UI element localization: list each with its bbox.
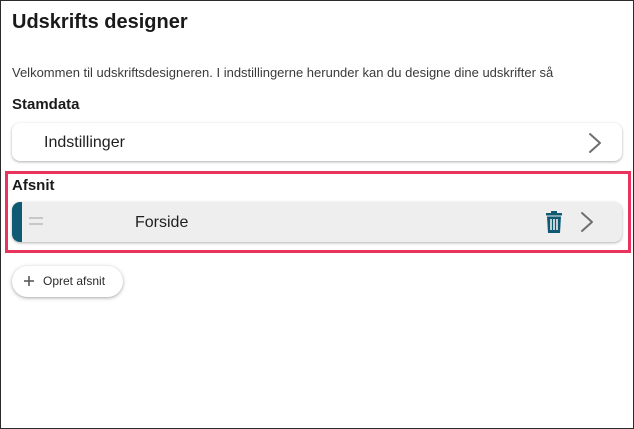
trash-icon[interactable] — [542, 210, 566, 234]
intro-text: Velkommen til udskriftsdesigneren. I ind… — [12, 65, 554, 80]
app-frame: Udskrifts designer Velkommen til udskrif… — [0, 0, 634, 429]
afsnit-heading: Afsnit — [12, 177, 55, 194]
create-section-label: Opret afsnit — [43, 274, 106, 288]
section-item-forside[interactable]: Forside — [12, 202, 622, 242]
settings-card[interactable]: Indstillinger — [12, 123, 622, 161]
page-title: Udskrifts designer — [12, 11, 188, 33]
settings-card-label: Indstillinger — [44, 134, 125, 151]
plus-icon — [24, 276, 34, 286]
chevron-right-icon[interactable] — [580, 211, 594, 233]
drag-handle-icon[interactable] — [29, 217, 43, 227]
create-section-button[interactable]: Opret afsnit — [12, 266, 123, 297]
accent-bar — [12, 202, 22, 242]
stamdata-heading: Stamdata — [12, 96, 80, 113]
chevron-right-icon — [589, 133, 601, 153]
section-item-label: Forside — [135, 214, 189, 231]
